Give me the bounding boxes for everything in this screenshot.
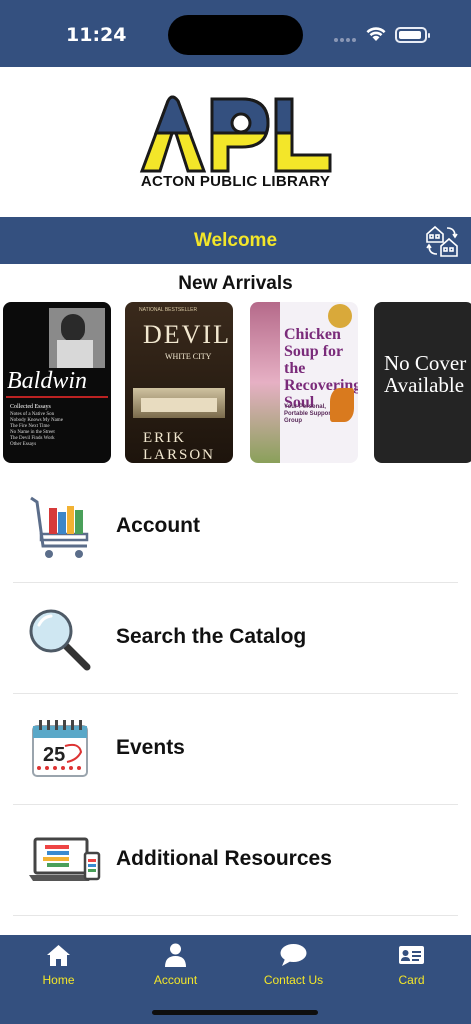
tab-contact-us[interactable]: Contact Us — [235, 935, 352, 995]
person-icon — [165, 943, 186, 967]
library-logo: ACTON PUBLIC LIBRARY — [0, 67, 471, 217]
tab-label: Account — [153, 973, 198, 987]
book-subtitle: Collected Essays — [10, 404, 51, 410]
book-title: Baldwin — [7, 368, 88, 394]
menu-item-events[interactable]: 25 Events — [13, 694, 458, 805]
book-cover-chicken-soup[interactable]: Chicken Soup for the Recovering Soul You… — [250, 302, 358, 463]
dynamic-island — [168, 15, 303, 55]
magnifying-glass-icon — [29, 609, 91, 671]
chat-bubble-icon — [280, 944, 307, 966]
menu-label: Account — [116, 514, 200, 537]
menu-item-account[interactable]: Account — [13, 472, 458, 583]
book-subtitle: Your Personal, Portable Support Group — [284, 404, 333, 424]
battery-icon — [395, 27, 430, 43]
book-contents: Notes of a Native Son Nobody Knows My Na… — [10, 412, 63, 447]
home-icon — [47, 945, 70, 966]
book-cover-devil-white-city[interactable]: NATIONAL BESTSELLER DEVIL WHITE CITY ERI… — [125, 302, 233, 463]
tab-label: Home — [42, 973, 75, 987]
header-bar: Welcome — [0, 217, 471, 264]
cellular-signal-icon — [334, 38, 356, 42]
book-cover-placeholder[interactable]: No Cover Available — [374, 302, 471, 463]
status-time: 11:24 — [66, 24, 127, 46]
menu-label: Search the Catalog — [116, 625, 307, 648]
wifi-icon — [366, 27, 386, 41]
book-title: No Cover Available — [384, 351, 467, 397]
branch-switch-icon[interactable] — [425, 224, 459, 258]
menu-label: Additional Resources — [116, 847, 332, 870]
calendar-icon: 25 — [32, 720, 88, 777]
calendar-day: 25 — [43, 744, 65, 766]
page-title: Welcome — [193, 230, 278, 251]
library-name: ACTON PUBLIC LIBRARY — [140, 173, 331, 190]
id-card-icon — [399, 946, 424, 964]
apl-logo-graphic — [139, 95, 332, 173]
devices-icon — [29, 837, 101, 881]
book-author: ERIK LARSON — [143, 430, 216, 463]
tab-label: Contact Us — [263, 973, 324, 987]
tab-account[interactable]: Account — [117, 935, 234, 995]
menu-item-additional-resources[interactable]: Additional Resources — [13, 805, 458, 916]
tab-card[interactable]: Card — [353, 935, 470, 995]
tab-home[interactable]: Home — [0, 935, 117, 995]
book-title: DEVIL — [143, 320, 231, 349]
book-subtitle: WHITE CITY — [165, 352, 212, 361]
menu-label: Events — [116, 736, 185, 759]
shopping-cart-books-icon — [30, 496, 89, 558]
new-arrivals-carousel[interactable]: Baldwin Collected Essays Notes of a Nati… — [0, 302, 471, 464]
book-cover-baldwin[interactable]: Baldwin Collected Essays Notes of a Nati… — [3, 302, 111, 463]
butterfly-image — [330, 388, 354, 422]
home-indicator — [152, 1010, 318, 1015]
tab-label: Card — [398, 973, 425, 987]
status-bar: 11:24 — [0, 0, 471, 67]
menu-item-search-catalog[interactable]: Search the Catalog — [13, 583, 458, 694]
book-tagline: NATIONAL BESTSELLER — [139, 307, 198, 313]
new-arrivals-title: New Arrivals — [178, 273, 293, 294]
